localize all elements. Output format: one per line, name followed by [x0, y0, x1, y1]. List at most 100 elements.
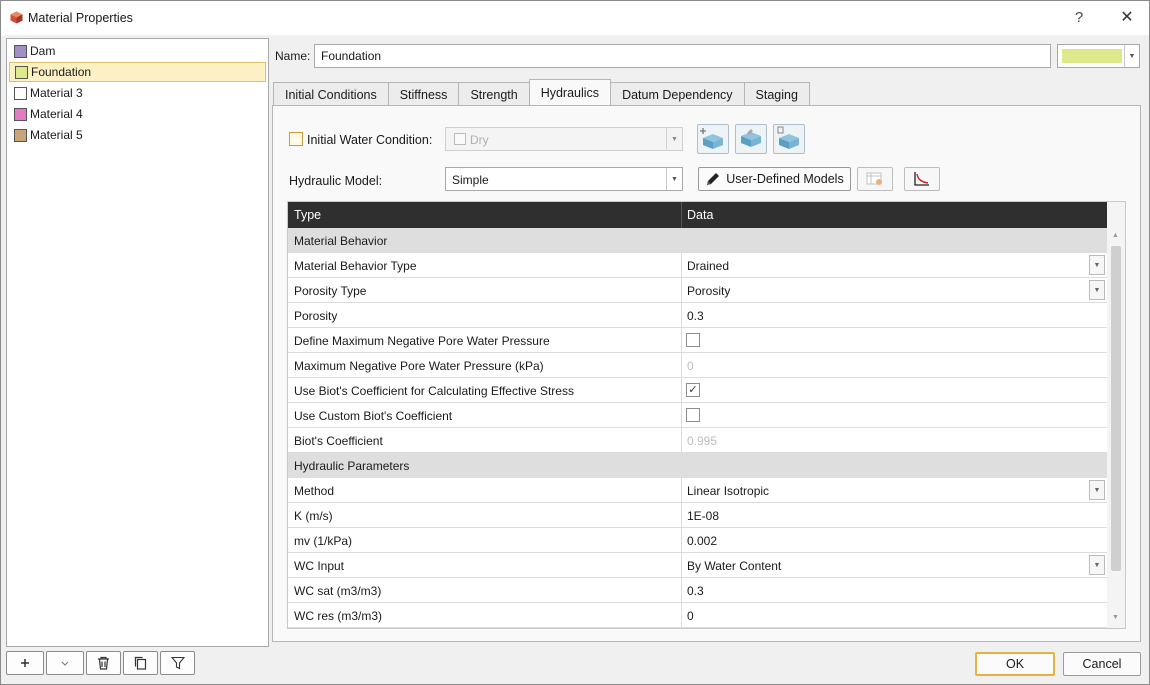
property-checkbox[interactable]: ✓: [686, 383, 700, 397]
grid-row[interactable]: WC res (m3/m3) 0: [288, 603, 1107, 628]
trash-icon: [98, 656, 109, 670]
property-value[interactable]: 0.3: [687, 584, 704, 598]
dropdown-arrow-icon[interactable]: ▼: [1089, 555, 1105, 575]
grid-row[interactable]: Porosity 0.3: [288, 303, 1107, 328]
property-value[interactable]: Linear Isotropic: [687, 484, 769, 498]
grid-header: Type Data: [288, 202, 1107, 228]
material-item[interactable]: Foundation: [9, 62, 266, 82]
property-value[interactable]: 1E-08: [687, 509, 719, 523]
grid-row[interactable]: Porosity Type Porosity ▼: [288, 278, 1107, 303]
plus-icon: [21, 659, 29, 667]
chevron-down-icon: ▼: [666, 168, 682, 190]
dropdown-arrow-icon[interactable]: ▼: [1089, 280, 1105, 300]
table-icon: [866, 172, 882, 185]
property-value[interactable]: 0: [687, 609, 694, 623]
grid-row[interactable]: Use Custom Biot's Coefficient: [288, 403, 1107, 428]
tab-staging[interactable]: Staging: [743, 82, 810, 106]
material-item[interactable]: Material 3: [9, 83, 266, 103]
help-button[interactable]: ?: [1065, 7, 1093, 29]
material-color-swatch: [14, 107, 27, 121]
property-checkbox[interactable]: [686, 408, 700, 422]
filter-button[interactable]: [160, 651, 195, 675]
tab-strip: Initial Conditions Stiffness Strength Hydra…: [273, 79, 810, 106]
property-value[interactable]: By Water Content: [687, 559, 781, 573]
property-label: Biot's Coefficient: [294, 434, 383, 448]
edit-water-icon: [741, 129, 761, 147]
tab-stiffness[interactable]: Stiffness: [387, 82, 460, 106]
initial-water-select[interactable]: Dry ▼: [445, 127, 683, 151]
grid-row[interactable]: Biot's Coefficient 0.995: [288, 428, 1107, 453]
property-value[interactable]: 0.3: [687, 309, 704, 323]
material-name: Material 3: [30, 86, 83, 100]
dry-checkbox: [454, 133, 466, 145]
material-name: Dam: [30, 44, 56, 58]
group-label: Hydraulic Parameters: [294, 459, 410, 473]
property-value[interactable]: Porosity: [687, 284, 730, 298]
grid-group-row: Material Behavior: [288, 228, 1107, 253]
property-label: WC res (m3/m3): [294, 609, 382, 623]
grid-row[interactable]: Material Behavior Type Drained ▼: [288, 253, 1107, 278]
hydraulic-model-label: Hydraulic Model:: [289, 174, 383, 188]
hydraulic-model-value: Simple: [452, 173, 489, 187]
add-material-button[interactable]: [6, 651, 44, 675]
scrollbar-thumb[interactable]: [1111, 246, 1121, 571]
column-header-data: Data: [687, 208, 714, 222]
plot-curve-button[interactable]: [904, 167, 940, 191]
grid-scrollbar[interactable]: ▲ ▼: [1107, 202, 1125, 628]
pencil-icon: [707, 173, 720, 185]
tab-datum-dependency[interactable]: Datum Dependency: [610, 82, 745, 106]
property-label: WC sat (m3/m3): [294, 584, 382, 598]
dropdown-arrow-icon[interactable]: ▼: [1089, 480, 1105, 500]
grid-row[interactable]: WC Input By Water Content ▼: [288, 553, 1107, 578]
scroll-up-icon[interactable]: ▲: [1112, 232, 1119, 239]
grid-row[interactable]: K (m/s) 1E-08: [288, 503, 1107, 528]
property-label: Define Maximum Negative Pore Water Press…: [294, 334, 550, 348]
material-name: Material 5: [30, 128, 83, 142]
property-value[interactable]: 0.002: [687, 534, 717, 548]
copy-material-button[interactable]: [123, 651, 158, 675]
material-item[interactable]: Material 5: [9, 125, 266, 145]
grid-row[interactable]: Use Biot's Coefficient for Calculating E…: [288, 378, 1107, 403]
add-menu-button[interactable]: [46, 651, 84, 675]
tab-strength[interactable]: Strength: [458, 82, 530, 106]
close-button[interactable]: ✕: [1113, 7, 1141, 29]
color-picker[interactable]: ▼: [1057, 44, 1140, 68]
edit-water-condition-button[interactable]: [735, 124, 767, 154]
chevron-down-icon: ▼: [1124, 45, 1139, 67]
property-checkbox[interactable]: [686, 333, 700, 347]
grid-row[interactable]: WC sat (m3/m3) 0.3: [288, 578, 1107, 603]
delete-water-icon: [777, 126, 799, 149]
name-input[interactable]: Foundation: [314, 44, 1051, 68]
property-value[interactable]: Drained: [687, 259, 729, 273]
dropdown-arrow-icon[interactable]: ▼: [1089, 255, 1105, 275]
window-title: Material Properties: [28, 11, 133, 25]
add-water-condition-button[interactable]: [697, 124, 729, 154]
hydraulic-model-select[interactable]: Simple ▼: [445, 167, 683, 191]
property-label: Material Behavior Type: [294, 259, 417, 273]
material-name: Material 4: [30, 107, 83, 121]
color-swatch: [1062, 49, 1122, 63]
properties-grid: Type Data Material Behavior Material Beha…: [287, 201, 1126, 629]
initial-water-checkbox[interactable]: [289, 132, 303, 146]
table-properties-button[interactable]: [857, 167, 893, 191]
cancel-button[interactable]: Cancel: [1063, 652, 1141, 676]
grid-group-row: Hydraulic Parameters: [288, 453, 1107, 478]
delete-material-button[interactable]: [86, 651, 121, 675]
grid-row[interactable]: Define Maximum Negative Pore Water Press…: [288, 328, 1107, 353]
grid-row[interactable]: Method Linear Isotropic ▼: [288, 478, 1107, 503]
tab-hydraulics[interactable]: Hydraulics: [528, 79, 612, 105]
property-value: 0.995: [687, 434, 718, 448]
ok-button[interactable]: OK: [975, 652, 1055, 676]
chevron-down-icon: [61, 661, 69, 666]
user-defined-models-button[interactable]: User-Defined Models: [698, 167, 851, 191]
grid-row[interactable]: Maximum Negative Pore Water Pressure (kP…: [288, 353, 1107, 378]
material-name: Foundation: [31, 65, 92, 79]
chevron-down-icon: ▼: [666, 128, 682, 150]
scroll-down-icon[interactable]: ▼: [1112, 614, 1119, 621]
material-item[interactable]: Material 4: [9, 104, 266, 124]
grid-row[interactable]: mv (1/kPa) 0.002: [288, 528, 1107, 553]
tab-initial-conditions[interactable]: Initial Conditions: [273, 82, 389, 106]
material-item[interactable]: Dam: [9, 41, 266, 61]
delete-water-condition-button[interactable]: [773, 124, 805, 154]
property-label: WC Input: [294, 559, 345, 573]
